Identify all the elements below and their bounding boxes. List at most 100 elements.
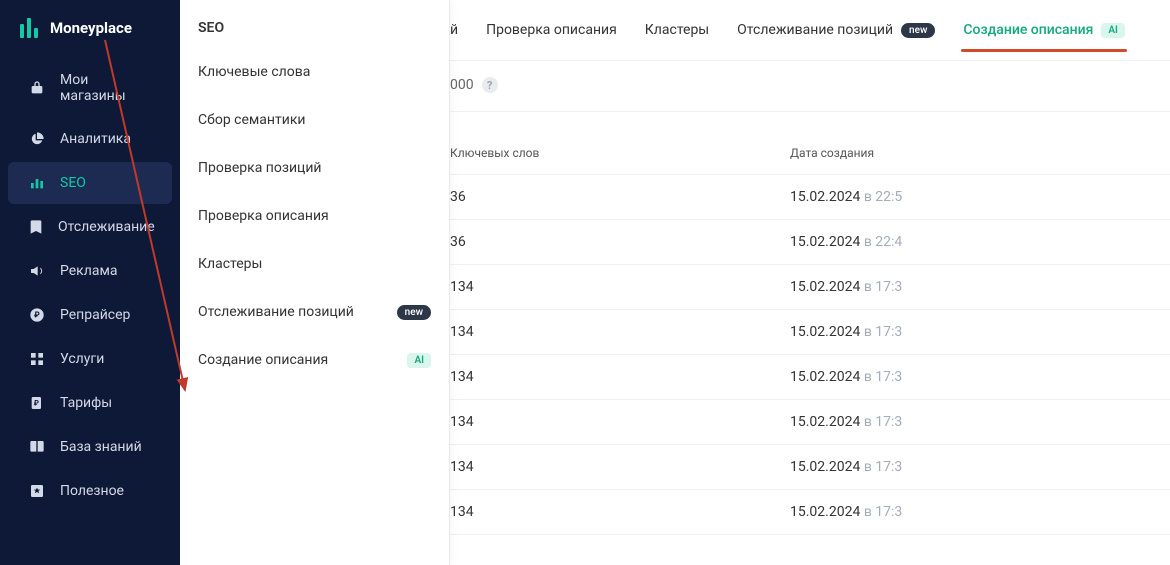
table-row[interactable]: 13415.02.2024 в 17:3: [450, 490, 1170, 535]
table-row[interactable]: 13415.02.2024 в 17:3: [450, 310, 1170, 355]
sidebar-item-label: SEO: [60, 175, 152, 191]
sidebar-item-label: База знаний: [60, 439, 152, 455]
brand-icon: [20, 18, 38, 38]
table-row[interactable]: 3615.02.2024 в 22:4: [450, 220, 1170, 265]
submenu-item-keywords[interactable]: Ключевые слова: [180, 48, 449, 96]
cell-keywords: 134: [450, 369, 790, 385]
sidebar-item-ads[interactable]: Реклама: [8, 250, 172, 292]
svg-text:₽: ₽: [34, 399, 39, 408]
sidebar-item-label: Репрайсер: [60, 307, 152, 323]
new-badge: new: [397, 305, 431, 320]
cell-date: 15.02.2024 в 22:4: [790, 234, 1170, 250]
star-icon: [28, 482, 46, 500]
cell-date: 15.02.2024 в 17:3: [790, 279, 1170, 295]
sidebar-item-seo[interactable]: SEO: [8, 162, 172, 204]
col-header-keywords: Ключевых слов: [450, 146, 790, 160]
tab-clusters[interactable]: Кластеры: [645, 22, 709, 50]
table-header: Ключевых слов Дата создания: [450, 112, 1170, 175]
cell-date: 15.02.2024 в 17:3: [790, 459, 1170, 475]
price-tag-icon: ₽: [28, 394, 46, 412]
submenu-item-label: Ключевые слова: [198, 64, 310, 80]
sidebar-item-label: Мои магазины: [60, 72, 152, 104]
table-row[interactable]: 13415.02.2024 в 17:3: [450, 355, 1170, 400]
cell-date: 15.02.2024 в 17:3: [790, 504, 1170, 520]
sidebar-item-label: Полезное: [60, 483, 152, 499]
lock-icon: [28, 79, 46, 97]
sidebar-item-label: Аналитика: [60, 131, 152, 147]
tab-label: Создание описания: [963, 22, 1093, 38]
submenu-item-label: Проверка описания: [198, 208, 329, 224]
main-area: й Проверка описания Кластеры Отслеживани…: [450, 0, 1170, 565]
bar-chart-icon: [28, 174, 46, 192]
cell-date: 15.02.2024 в 17:3: [790, 369, 1170, 385]
sidebar-item-label: Тарифы: [60, 395, 152, 411]
submenu-item-label: Сбор семантики: [198, 112, 305, 128]
tab-partial[interactable]: й: [450, 22, 458, 50]
submenu-item-label: Создание описания: [198, 352, 328, 368]
cell-keywords: 134: [450, 504, 790, 520]
table-row[interactable]: 3615.02.2024 в 22:5: [450, 175, 1170, 220]
sidebar-nav: Мои магазины Аналитика SEO Отслеживание …: [0, 60, 180, 514]
sidebar-item-tracking[interactable]: Отслеживание: [8, 206, 172, 248]
table-row[interactable]: 13415.02.2024 в 17:3: [450, 400, 1170, 445]
cell-keywords: 134: [450, 459, 790, 475]
ruble-circle-icon: ₽: [28, 306, 46, 324]
help-icon[interactable]: ?: [482, 77, 498, 93]
tab-label: Отслеживание позиций: [737, 22, 893, 38]
sidebar-item-label: Реклама: [60, 263, 152, 279]
table-body: 3615.02.2024 в 22:53615.02.2024 в 22:413…: [450, 175, 1170, 535]
table-row[interactable]: 13415.02.2024 в 17:3: [450, 445, 1170, 490]
submenu-item-position-tracking[interactable]: Отслеживание позиций new: [180, 288, 449, 336]
sidebar-item-tariffs[interactable]: ₽ Тарифы: [8, 382, 172, 424]
tab-label: й: [450, 22, 458, 38]
submenu-item-label: Кластеры: [198, 256, 262, 272]
tab-label: Кластеры: [645, 22, 709, 38]
book-icon: [28, 438, 46, 456]
input-value-fragment: 000: [450, 77, 474, 93]
input-row: 000 ?: [450, 61, 1170, 112]
submenu-item-description-create[interactable]: Создание описания AI: [180, 336, 449, 384]
submenu-title: SEO: [180, 0, 449, 48]
sidebar-item-label: Отслеживание: [58, 219, 155, 235]
submenu-item-semantics[interactable]: Сбор семантики: [180, 96, 449, 144]
col-header-date: Дата создания: [790, 146, 1170, 160]
sidebar-item-useful[interactable]: Полезное: [8, 470, 172, 512]
submenu-item-clusters[interactable]: Кластеры: [180, 240, 449, 288]
cell-date: 15.02.2024 в 17:3: [790, 324, 1170, 340]
seo-submenu: SEO Ключевые слова Сбор семантики Провер…: [180, 0, 450, 565]
megaphone-icon: [28, 262, 46, 280]
brand-row: Moneyplace: [0, 0, 180, 60]
tabs-row: й Проверка описания Кластеры Отслеживани…: [450, 0, 1170, 61]
tab-description-check[interactable]: Проверка описания: [486, 22, 617, 50]
sidebar: Moneyplace Мои магазины Аналитика SEO От…: [0, 0, 180, 565]
svg-text:₽: ₽: [34, 311, 40, 320]
cell-keywords: 134: [450, 414, 790, 430]
sidebar-item-services[interactable]: Услуги: [8, 338, 172, 380]
table-row[interactable]: 13415.02.2024 в 17:3: [450, 265, 1170, 310]
tab-label: Проверка описания: [486, 22, 617, 38]
sidebar-item-repricer[interactable]: ₽ Репрайсер: [8, 294, 172, 336]
cell-keywords: 134: [450, 324, 790, 340]
grid-icon: [28, 350, 46, 368]
brand-name: Moneyplace: [50, 19, 132, 37]
tab-position-tracking[interactable]: Отслеживание позиций new: [737, 22, 935, 50]
submenu-item-description-check[interactable]: Проверка описания: [180, 192, 449, 240]
bookmark-icon: [28, 218, 44, 236]
ai-badge: AI: [1101, 23, 1125, 38]
tab-description-create[interactable]: Создание описания AI: [963, 22, 1125, 50]
sidebar-item-knowledge[interactable]: База знаний: [8, 426, 172, 468]
submenu-item-position-check[interactable]: Проверка позиций: [180, 144, 449, 192]
new-badge: new: [901, 23, 935, 38]
sidebar-item-my-shops[interactable]: Мои магазины: [8, 60, 172, 116]
cell-keywords: 36: [450, 234, 790, 250]
pie-chart-icon: [28, 130, 46, 148]
cell-date: 15.02.2024 в 22:5: [790, 189, 1170, 205]
submenu-item-label: Проверка позиций: [198, 160, 322, 176]
sidebar-item-analytics[interactable]: Аналитика: [8, 118, 172, 160]
submenu-item-label: Отслеживание позиций: [198, 304, 354, 320]
ai-badge: AI: [407, 353, 431, 368]
cell-date: 15.02.2024 в 17:3: [790, 414, 1170, 430]
cell-keywords: 36: [450, 189, 790, 205]
cell-keywords: 134: [450, 279, 790, 295]
sidebar-item-label: Услуги: [60, 351, 152, 367]
